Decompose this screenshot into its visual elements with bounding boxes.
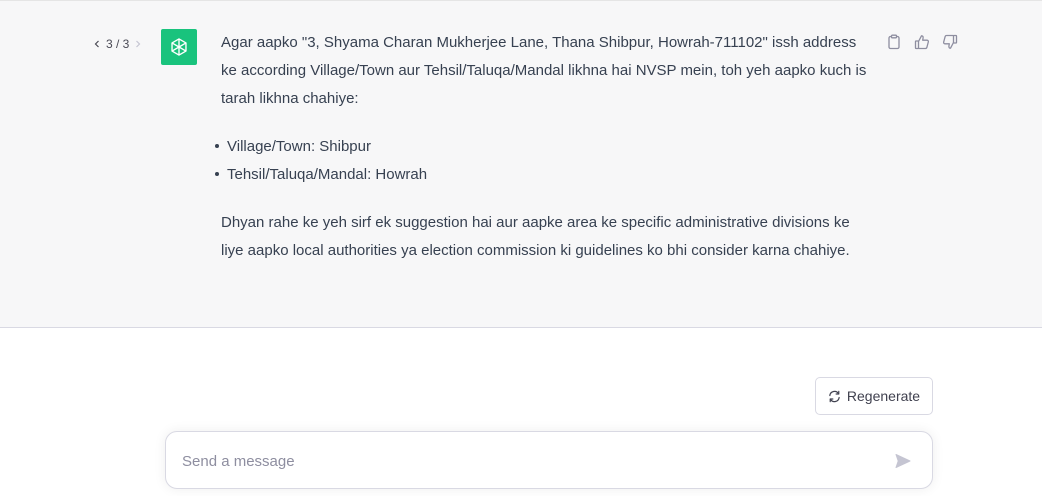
thumbs-up-button[interactable] bbox=[912, 32, 932, 52]
thumbs-up-icon bbox=[914, 35, 930, 50]
pager-label: 3 / 3 bbox=[106, 37, 130, 51]
send-icon bbox=[895, 454, 911, 468]
openai-logo-icon bbox=[171, 38, 187, 56]
copy-button[interactable] bbox=[884, 32, 904, 52]
response-pager: 3 / 3 bbox=[92, 36, 143, 52]
thumbs-down-button[interactable] bbox=[940, 32, 960, 52]
list-item: Tehsil/Taluqa/Mandal: Howrah bbox=[215, 161, 873, 189]
message-content: Agar aapko "3, Shyama Charan Mukherjee L… bbox=[215, 29, 873, 265]
chevron-right-icon[interactable] bbox=[133, 36, 143, 52]
message-intro: Agar aapko "3, Shyama Charan Mukherjee L… bbox=[221, 34, 867, 107]
assistant-message-block: 3 / 3 Agar aapko "3, Shyama Charan Mukhe… bbox=[0, 0, 1042, 328]
chevron-left-icon[interactable] bbox=[92, 36, 102, 52]
message-input[interactable] bbox=[182, 450, 862, 472]
message-bullet-list: Village/Town: Shibpur Tehsil/Taluqa/Mand… bbox=[207, 133, 873, 189]
list-item: Village/Town: Shibpur bbox=[215, 133, 873, 161]
assistant-avatar bbox=[161, 29, 197, 65]
message-outro: Dhyan rahe ke yeh sirf ek suggestion hai… bbox=[221, 214, 850, 259]
refresh-icon bbox=[829, 390, 840, 402]
send-button[interactable] bbox=[892, 450, 914, 472]
message-actions bbox=[884, 32, 960, 52]
regenerate-button[interactable]: Regenerate bbox=[815, 377, 933, 415]
thumbs-down-icon bbox=[942, 34, 958, 49]
clipboard-icon bbox=[888, 34, 900, 50]
message-composer bbox=[165, 431, 933, 489]
regenerate-label: Regenerate bbox=[846, 388, 921, 404]
